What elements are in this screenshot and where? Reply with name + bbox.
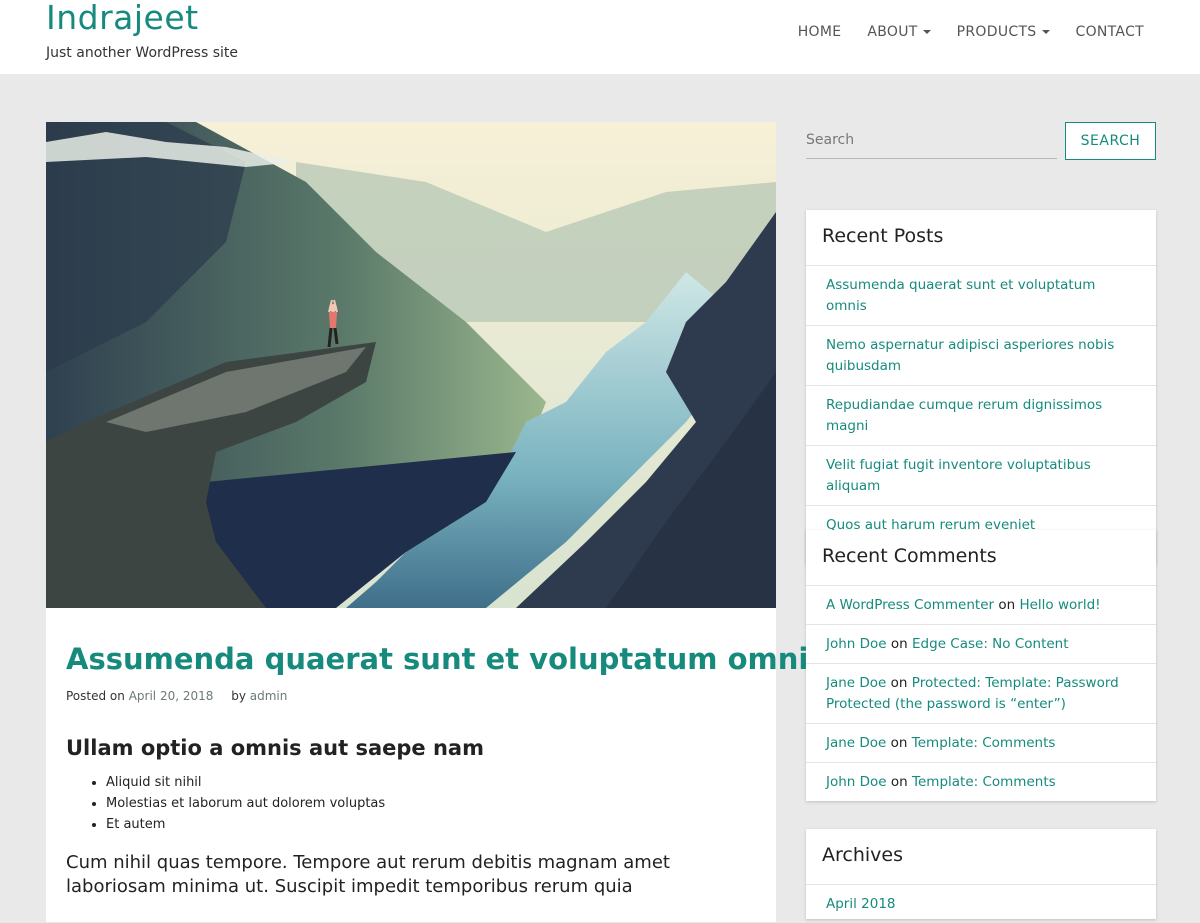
nav-item-home[interactable]: HOME bbox=[798, 24, 842, 40]
site-description: Just another WordPress site bbox=[46, 45, 239, 61]
posted-on-label: Posted on bbox=[66, 689, 125, 703]
caret-down-icon bbox=[922, 30, 931, 34]
search-input[interactable] bbox=[806, 122, 1057, 159]
post-author-link[interactable]: admin bbox=[250, 689, 288, 703]
caret-down-icon bbox=[1041, 30, 1050, 34]
fjord-landscape-image bbox=[46, 122, 776, 608]
widget-title: Recent Comments bbox=[806, 530, 1156, 586]
recent-posts-widget: Recent Posts Assumenda quaerat sunt et v… bbox=[806, 210, 1156, 565]
recent-post-link[interactable]: Repudiandae cumque rerum dignissimos mag… bbox=[826, 397, 1102, 434]
comment-author-link[interactable]: A WordPress Commenter bbox=[826, 597, 994, 613]
post-title[interactable]: Assumenda quaerat sunt et voluptatum omn… bbox=[66, 642, 826, 676]
list-item: Nemo aspernatur adipisci asperiores nobi… bbox=[806, 326, 1156, 386]
post-date-link[interactable]: April 20, 2018 bbox=[129, 689, 214, 703]
comment-author-link[interactable]: Jane Doe bbox=[826, 735, 886, 751]
on-label: on bbox=[890, 774, 908, 790]
site-title[interactable]: Indrajeet bbox=[46, 0, 199, 37]
recent-post-link[interactable]: Velit fugiat fugit inventore voluptatibu… bbox=[826, 457, 1091, 494]
post-bullet-list: Aliquid sit nihil Molestias et laborum a… bbox=[106, 772, 385, 835]
list-item: Jane Doe on Protected: Template: Passwor… bbox=[806, 664, 1156, 724]
list-item: John Doe on Template: Comments bbox=[806, 763, 1156, 801]
on-label: on bbox=[998, 597, 1016, 613]
nav-label: PRODUCTS bbox=[956, 24, 1037, 40]
comment-post-link[interactable]: Template: Comments bbox=[912, 774, 1056, 790]
list-item: A WordPress Commenter on Hello world! bbox=[806, 586, 1156, 625]
featured-image[interactable] bbox=[46, 122, 776, 608]
comment-post-link[interactable]: Hello world! bbox=[1019, 597, 1100, 613]
list-item: Et autem bbox=[106, 814, 385, 835]
comment-post-link[interactable]: Edge Case: No Content bbox=[912, 636, 1068, 652]
post-meta: Posted on April 20, 2018 by admin bbox=[66, 689, 287, 703]
list-item: Repudiandae cumque rerum dignissimos mag… bbox=[806, 386, 1156, 446]
list-item: Aliquid sit nihil bbox=[106, 772, 385, 793]
recent-comments-widget: Recent Comments A WordPress Commenter on… bbox=[806, 530, 1156, 801]
nav-label: CONTACT bbox=[1075, 24, 1144, 40]
main-nav: HOME ABOUT PRODUCTS CONTACT bbox=[798, 24, 1144, 40]
recent-post-link[interactable]: Nemo aspernatur adipisci asperiores nobi… bbox=[826, 337, 1114, 374]
nav-label: HOME bbox=[797, 24, 842, 40]
nav-label: ABOUT bbox=[867, 24, 918, 40]
comment-post-link[interactable]: Template: Comments bbox=[912, 735, 1056, 751]
list-item: Molestias et laborum aut dolorem volupta… bbox=[106, 793, 385, 814]
post-card: Assumenda quaerat sunt et voluptatum omn… bbox=[46, 122, 826, 922]
nav-item-contact[interactable]: CONTACT bbox=[1076, 24, 1145, 40]
comment-author-link[interactable]: John Doe bbox=[826, 774, 887, 790]
nav-item-about[interactable]: ABOUT bbox=[867, 24, 931, 40]
post-subheading: Ullam optio a omnis aut saepe nam bbox=[66, 736, 484, 760]
on-label: on bbox=[890, 675, 908, 691]
list-item: Velit fugiat fugit inventore voluptatibu… bbox=[806, 446, 1156, 506]
on-label: on bbox=[890, 735, 908, 751]
post-paragraph: Cum nihil quas tempore. Tempore aut reru… bbox=[66, 852, 670, 897]
widget-title: Archives bbox=[806, 829, 1156, 885]
by-label: by bbox=[231, 689, 246, 703]
comment-author-link[interactable]: Jane Doe bbox=[826, 675, 886, 691]
archives-widget: Archives April 2018 bbox=[806, 829, 1156, 919]
list-item: Assumenda quaerat sunt et voluptatum omn… bbox=[806, 266, 1156, 326]
list-item: Jane Doe on Template: Comments bbox=[806, 724, 1156, 763]
list-item: John Doe on Edge Case: No Content bbox=[806, 625, 1156, 664]
list-item: April 2018 bbox=[806, 885, 1156, 923]
nav-item-products[interactable]: PRODUCTS bbox=[957, 24, 1050, 40]
comment-author-link[interactable]: John Doe bbox=[826, 636, 887, 652]
search-button[interactable]: SEARCH bbox=[1065, 122, 1156, 160]
site-header: Indrajeet Just another WordPress site HO… bbox=[0, 0, 1200, 74]
recent-post-link[interactable]: Assumenda quaerat sunt et voluptatum omn… bbox=[826, 277, 1095, 314]
archive-link[interactable]: April 2018 bbox=[826, 896, 896, 912]
on-label: on bbox=[890, 636, 908, 652]
widget-title: Recent Posts bbox=[806, 210, 1156, 266]
